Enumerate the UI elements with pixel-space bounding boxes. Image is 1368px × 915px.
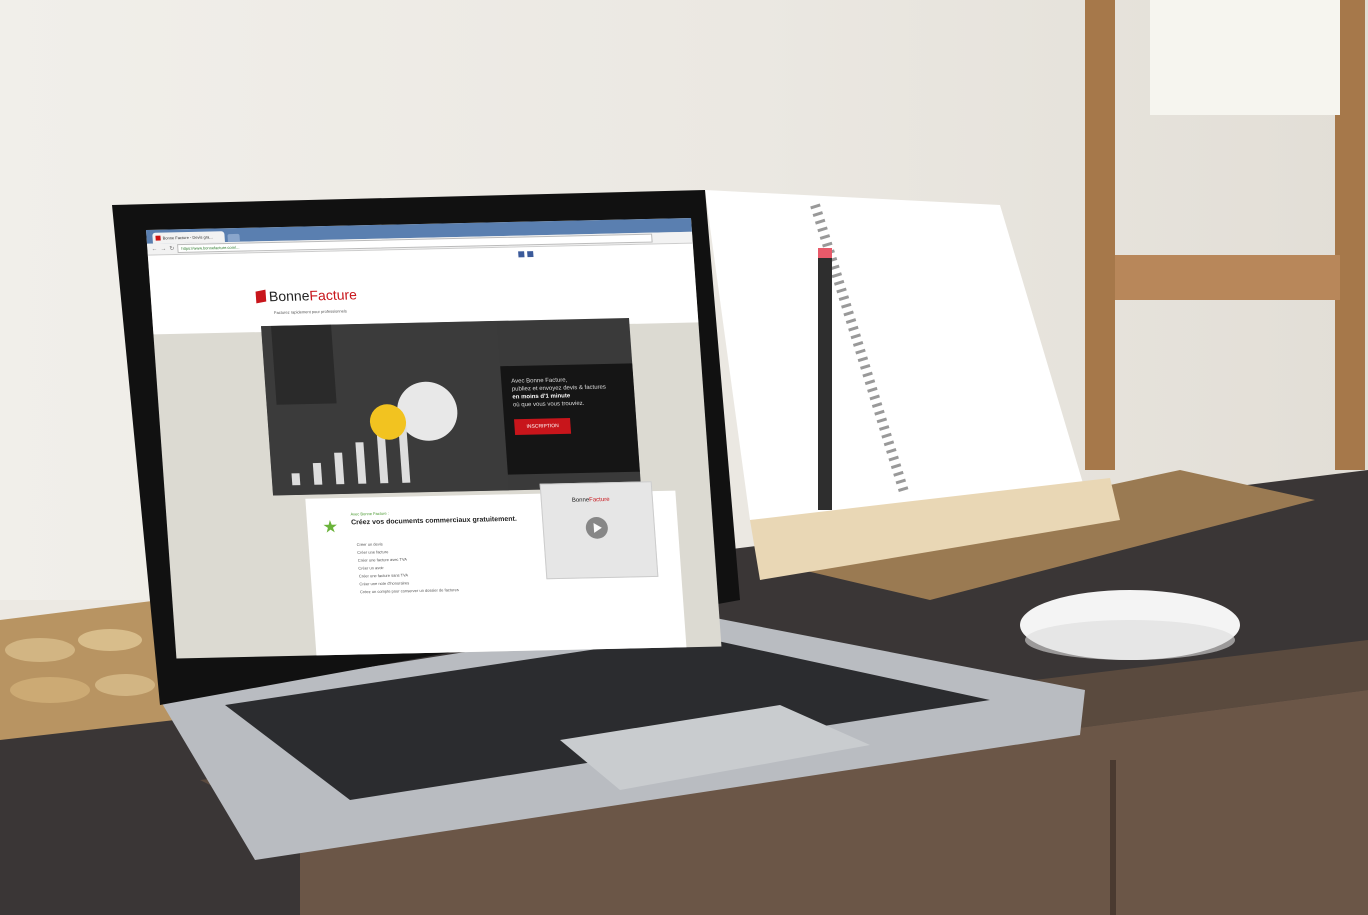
- logo-text: BonneFacture: [268, 286, 358, 305]
- feature-list: Créer un devis Créer une facture Créer u…: [356, 539, 459, 596]
- browser-tab[interactable]: Bonne Facture - Devis gra...: [152, 231, 225, 244]
- star-icon: [323, 520, 338, 534]
- social-links: [518, 251, 534, 258]
- ladder-rail-left: [1085, 0, 1115, 470]
- kicker: Avec Bonne Facture :: [350, 510, 390, 517]
- ladder-rung: [1115, 255, 1340, 300]
- headline: Créez vos documents commerciaux gratuite…: [350, 515, 518, 527]
- hanging-paper: [1150, 0, 1340, 115]
- video-logo: BonneFacture: [571, 497, 610, 504]
- twitter-icon[interactable]: [527, 251, 534, 258]
- tagline: Facturez rapidement pour professionnels: [273, 308, 347, 315]
- facebook-icon[interactable]: [518, 251, 525, 258]
- hero-line-3: où que vous vous trouviez.: [512, 400, 585, 409]
- favicon-icon: [155, 235, 161, 241]
- hero-banner: Avec Bonne Facture, publiez et envoyez d…: [261, 318, 642, 496]
- play-icon[interactable]: [585, 516, 609, 539]
- site-logo[interactable]: BonneFacture: [255, 287, 357, 305]
- back-icon[interactable]: ←: [151, 246, 157, 252]
- pencil: [818, 255, 832, 510]
- laptop-screen: Bonne Facture - Devis gra... ← → ↻ https…: [146, 218, 722, 659]
- reload-icon[interactable]: ↻: [169, 245, 174, 252]
- hero-text-panel: Avec Bonne Facture, publiez et envoyez d…: [500, 363, 640, 475]
- wood-mat-left: [0, 600, 175, 740]
- notebook: [705, 190, 1085, 520]
- video-thumbnail[interactable]: BonneFacture: [539, 481, 659, 580]
- logo-mark-icon: [255, 289, 267, 304]
- inscription-button[interactable]: INSCRIPTION: [514, 417, 572, 435]
- photo-scene: Bonne Facture - Devis gra... ← → ↻ https…: [0, 0, 1368, 915]
- tab-title: Bonne Facture - Devis gra...: [162, 234, 213, 241]
- drawer-line: [1110, 760, 1116, 915]
- content-section: Avec Bonne Facture : Créez vos documents…: [305, 481, 687, 657]
- new-tab-button[interactable]: [227, 233, 240, 243]
- hero-illustration: [261, 320, 510, 496]
- list-item[interactable]: Créez un compte pour conserver un dossie…: [360, 586, 459, 596]
- forward-icon[interactable]: →: [160, 246, 166, 252]
